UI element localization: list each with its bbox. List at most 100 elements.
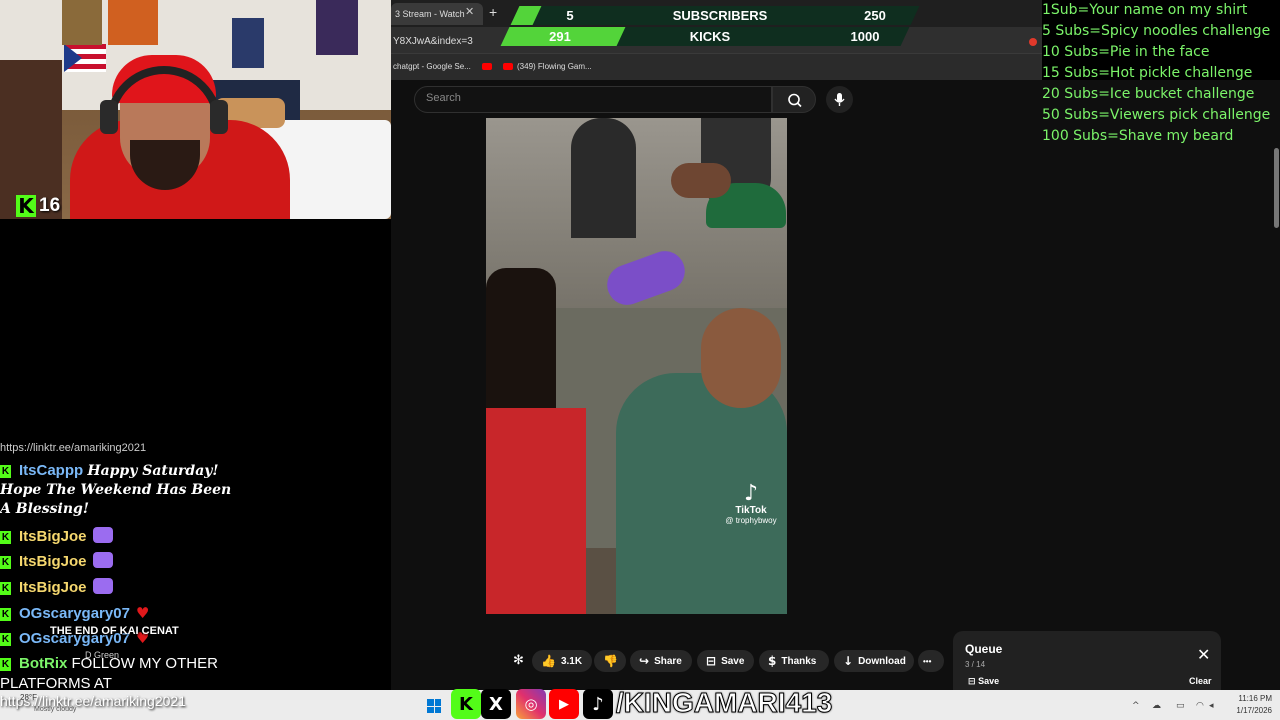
tiktok-icon: ♪ [583,689,613,719]
save-label: Save [721,655,745,667]
tab-close-icon[interactable]: ✕ [465,5,474,18]
challenge-item: 15 Subs=Hot pickle challenge [1042,65,1253,81]
chat-username[interactable]: ItsBigJoe [19,553,87,570]
challenge-item: 20 Subs=Ice bucket challenge [1042,86,1255,102]
kick-badge-icon: K [0,633,11,646]
queue-save-label: Save [978,676,1000,686]
chat-username[interactable]: ItsBigJoe [19,579,87,596]
voice-search-button[interactable] [826,86,853,113]
more-icon: ••• [923,656,932,666]
thanks-icon: $ [768,654,777,668]
bookmark-icon: ⊟ [968,677,976,687]
goal-target: 250 [864,8,886,23]
chat-message: K ItsCappp Happy Saturday! [0,462,219,479]
goal-current: 5 [566,8,574,23]
windows-start-icon[interactable] [427,699,441,713]
kick-badge-icon: K [0,608,11,621]
headset-earcup-right [210,100,228,134]
chat-message: K ItsBigJoe [0,527,113,545]
download-button[interactable]: ↓ Download [834,650,914,672]
like-count: 3.1K [560,655,583,667]
youtube-icon [503,63,513,70]
network-icon[interactable]: ▭ [1176,701,1185,711]
bookmark-icon: ⊟ [706,654,717,668]
wifi-icon[interactable]: ◠ [1196,701,1204,711]
thumbs-up-icon: 👍 [541,654,556,668]
kick-viewer-badge: K 16 [16,195,60,217]
kick-badge-icon: K [0,465,11,478]
weather-temperature[interactable]: 28°F [20,693,37,702]
video-player[interactable]: ♪ TikTok @ trophybwoy [486,118,787,614]
gift-icon[interactable]: ✻ [513,653,524,668]
wall-poster [316,0,358,55]
goal-label: KICKS [689,29,731,44]
chat-message: K ItsBigJoe [0,552,113,570]
thanks-button[interactable]: $ Thanks [759,650,829,672]
kick-badge-icon: K [0,556,11,569]
bookmark-flowing-games[interactable]: (349) Flowing Gam... [517,62,592,71]
emote-icon [92,527,113,543]
queue-count: 3 / 14 [965,660,986,669]
cloud-icon[interactable]: ☁ [1152,701,1161,711]
search-input[interactable] [414,86,772,113]
queue-title: Queue [965,642,1003,656]
kick-badge-icon: K [0,658,11,671]
sub-challenges-list: 1Sub=Your name on my shirt 5 Subs=Spicy … [1042,0,1280,147]
challenge-item: 1Sub=Your name on my shirt [1042,2,1248,18]
webcam-feed: K 16 [0,0,391,219]
goal-label: SUBSCRIBERS [672,8,768,23]
chat-message: K ItsBigJoe [0,578,113,596]
share-icon: ↪ [639,654,650,668]
chevron-up-icon[interactable]: ^ [1132,701,1140,711]
chat-username[interactable]: ItsCappp [19,462,83,479]
volume-icon[interactable]: ◂ [1209,701,1214,711]
bookmark-chatgpt[interactable]: chatgpt - Google Se... [393,62,471,71]
kick-badge-icon: K [0,582,11,595]
microphone-icon [834,93,845,106]
chat-username[interactable]: BotRix [19,655,67,672]
more-actions-button[interactable]: ••• [918,650,944,672]
save-button[interactable]: ⊟ Save [697,650,754,672]
emote-icon [92,552,113,568]
search-icon [788,93,802,108]
chat-username[interactable]: ItsBigJoe [19,528,87,545]
chat-username[interactable]: OGscarygary07 [19,605,130,622]
kick-badge-icon: K [0,531,11,544]
clock-time[interactable]: 11:16 PM [1222,694,1272,703]
x-icon: X [481,689,511,719]
chat-text-continued: A Blessing! [0,501,89,517]
goal-target: 1000 [850,29,880,44]
share-label: Share [654,655,682,667]
social-handle: /KINGAMARI413 [615,687,833,719]
youtube-icon [482,63,492,70]
tab-title: 3 Stream - Watch [395,9,465,19]
heart-icon: ♥ [135,604,150,622]
orange-shirt [108,0,158,45]
download-icon: ↓ [843,654,854,668]
emote-icon [92,578,113,594]
video-person-red-dress [486,408,586,614]
close-icon[interactable]: ✕ [1197,645,1210,664]
anime-poster [232,18,264,68]
challenge-item: 10 Subs=Pie in the face [1042,44,1210,60]
new-tab-button[interactable]: + [489,4,497,20]
weather-condition[interactable]: Mostly cloudy [34,706,76,713]
challenge-item: 5 Subs=Spicy noodles challenge [1042,23,1271,39]
chat-message: K BotRix FOLLOW MY OTHER [0,655,218,672]
chat-text-continued: Hope The Weekend Has Been [0,482,232,498]
video-hand [671,163,731,198]
chat-text: Happy Saturday! [87,463,219,479]
page-scrollbar[interactable] [1274,148,1279,228]
queue-save-button[interactable]: ⊟ Save [968,676,999,687]
record-indicator-icon [1029,38,1037,46]
share-button[interactable]: ↪ Share [630,650,692,672]
queue-clear-button[interactable]: Clear [1189,676,1212,686]
stream-goals-overlay: 5 SUBSCRIBERS 250 291 KICKS 1000 [500,3,920,46]
goal-current: 291 [549,29,571,44]
youtube-icon: ▶ [549,689,579,719]
like-button[interactable]: 👍 3.1K [532,650,592,672]
search-button[interactable] [772,86,816,113]
dislike-button[interactable]: 👎 [594,650,626,672]
tiktok-handle: @ trophybwoy [725,516,777,525]
clock-date[interactable]: 1/17/2026 [1222,706,1272,715]
